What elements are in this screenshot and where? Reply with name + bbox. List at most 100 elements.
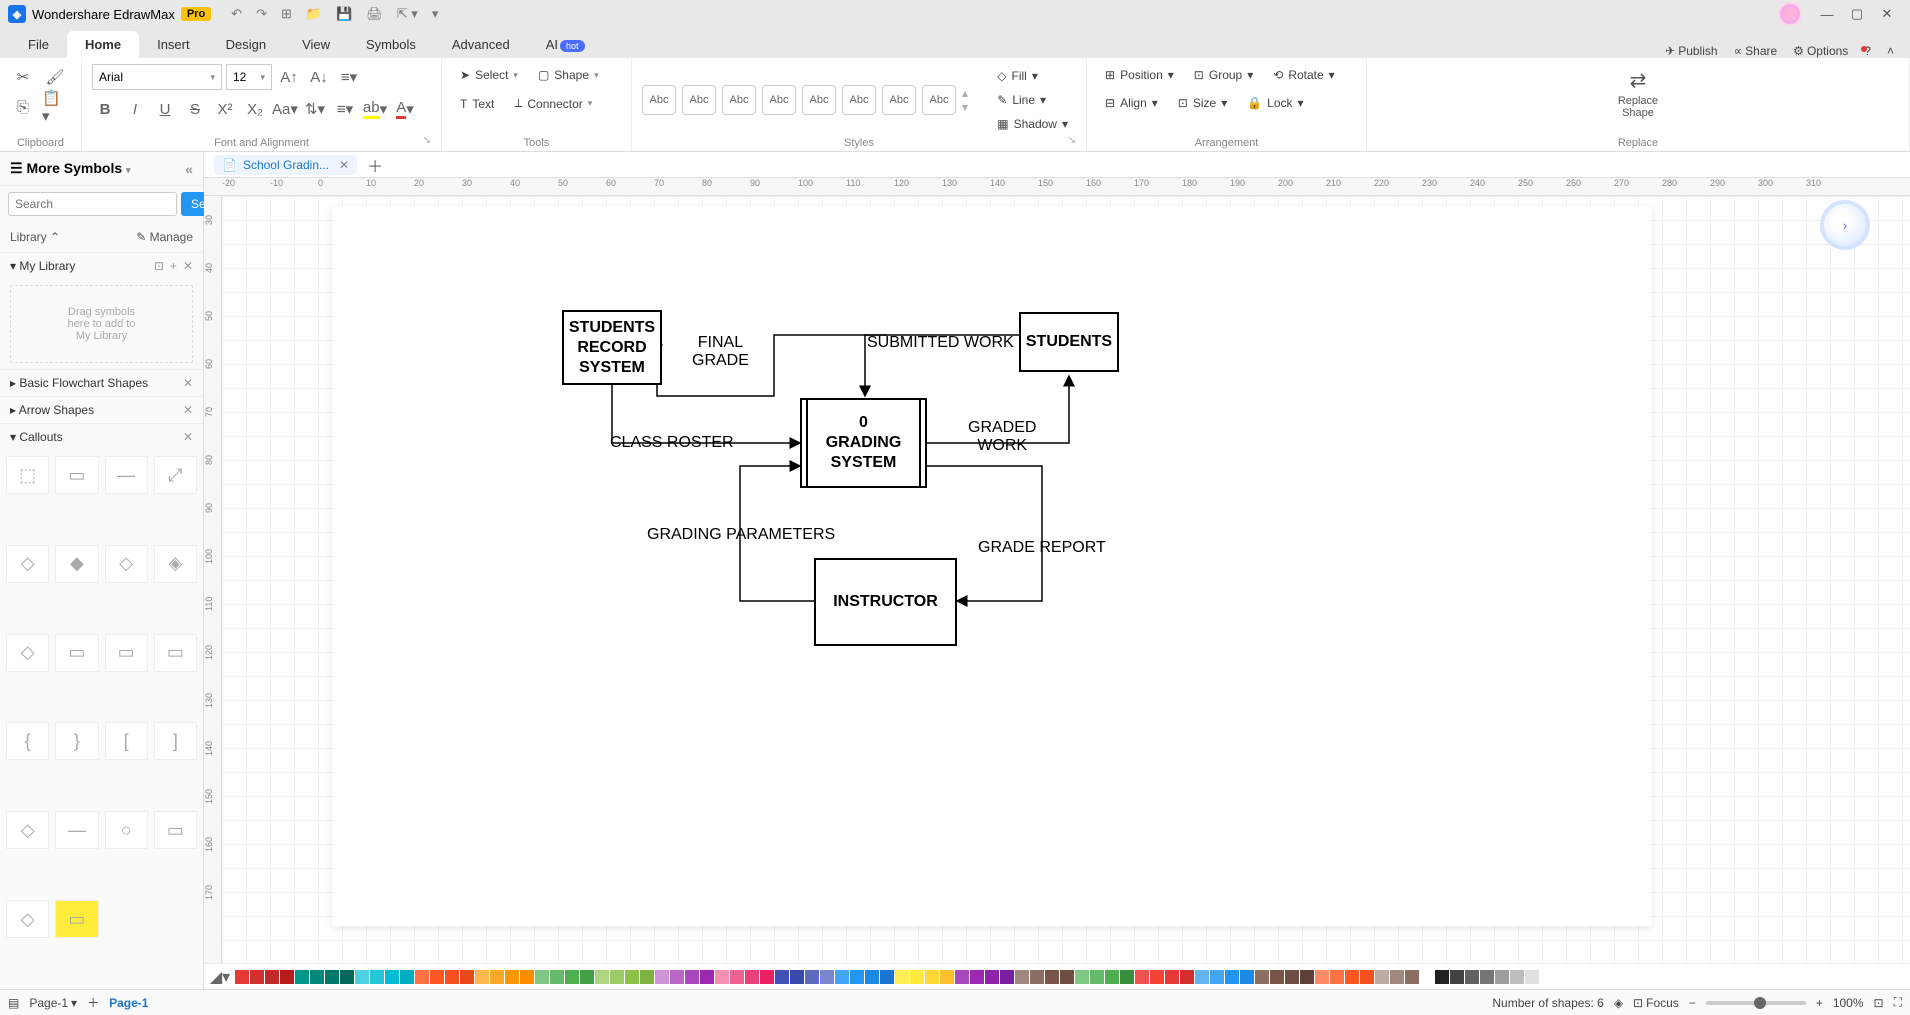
tab-insert[interactable]: Insert — [139, 31, 208, 58]
color-swatch[interactable] — [730, 970, 744, 984]
shape-thumb[interactable]: ⬚ — [6, 456, 49, 494]
cut-icon[interactable]: ✂ — [10, 64, 36, 90]
color-swatch[interactable] — [1240, 970, 1254, 984]
color-swatch[interactable] — [805, 970, 819, 984]
color-swatch[interactable] — [1390, 970, 1404, 984]
color-swatch[interactable] — [1255, 970, 1269, 984]
line-button[interactable]: ✎ Line ▾ — [989, 89, 1076, 111]
color-swatch[interactable] — [745, 970, 759, 984]
section-close-icon[interactable]: ✕ — [183, 430, 193, 444]
copy-icon[interactable]: ⎘ — [10, 94, 36, 120]
shape-thumb[interactable]: ◇ — [105, 545, 148, 583]
library-dropdown[interactable]: Library ⌃ — [10, 230, 60, 244]
color-swatch[interactable] — [1465, 970, 1479, 984]
undo-icon[interactable]: ↶ — [231, 6, 242, 22]
tab-ai[interactable]: AIhot — [528, 31, 603, 58]
color-swatch[interactable] — [700, 970, 714, 984]
zoom-in-icon[interactable]: + — [1816, 996, 1823, 1010]
color-swatch[interactable] — [850, 970, 864, 984]
color-swatch[interactable] — [925, 970, 939, 984]
floating-assistant-icon[interactable]: › — [1820, 200, 1870, 250]
color-swatch[interactable] — [1270, 970, 1284, 984]
style-preset[interactable]: Abc — [802, 85, 836, 115]
label-final-grade[interactable]: FINAL GRADE — [692, 334, 749, 370]
color-swatch[interactable] — [1030, 970, 1044, 984]
color-swatch[interactable] — [1045, 970, 1059, 984]
color-swatch[interactable] — [445, 970, 459, 984]
pages-icon[interactable]: ▤ — [8, 996, 19, 1010]
color-swatch[interactable] — [295, 970, 309, 984]
color-swatch[interactable] — [640, 970, 654, 984]
shape-thumb[interactable]: ◇ — [6, 900, 49, 938]
color-swatch[interactable] — [760, 970, 774, 984]
manage-link[interactable]: ✎ Manage — [136, 230, 193, 244]
qat-more-icon[interactable]: ▾ — [432, 6, 439, 22]
print-icon[interactable]: 🖨 — [366, 6, 383, 22]
color-swatch[interactable] — [610, 970, 624, 984]
label-grade-report[interactable]: GRADE REPORT — [978, 539, 1106, 557]
maximize-icon[interactable]: ▢ — [1842, 6, 1872, 22]
canvas[interactable]: STUDENTS RECORD SYSTEM 0GRADING SYSTEM S… — [222, 196, 1910, 963]
shape-thumb[interactable]: } — [55, 722, 98, 760]
layers-icon[interactable]: ◈ — [1614, 996, 1623, 1010]
mylib-add-icon[interactable]: + — [170, 259, 177, 273]
user-avatar[interactable] — [1778, 2, 1802, 26]
size-button[interactable]: ⊡ Size ▾ — [1170, 92, 1235, 114]
color-swatch[interactable] — [1105, 970, 1119, 984]
color-swatch[interactable] — [415, 970, 429, 984]
color-swatch[interactable] — [910, 970, 924, 984]
add-page-icon[interactable]: ＋ — [87, 994, 99, 1011]
node-students[interactable]: STUDENTS — [1019, 312, 1119, 372]
shape-thumb[interactable]: { — [6, 722, 49, 760]
color-swatch[interactable] — [235, 970, 249, 984]
color-swatch[interactable] — [520, 970, 534, 984]
style-preset[interactable]: Abc — [882, 85, 916, 115]
color-swatch[interactable] — [1180, 970, 1194, 984]
minimize-icon[interactable]: — — [1812, 7, 1842, 22]
styles-dialog-icon[interactable]: ↘ — [1068, 135, 1076, 146]
highlight-icon[interactable]: ab▾ — [362, 96, 388, 122]
strike-icon[interactable]: S — [182, 96, 208, 122]
section-arrows[interactable]: ▸ Arrow Shapes ✕ — [0, 396, 203, 423]
styles-more-icon[interactable]: ▴▾ — [962, 85, 968, 115]
shape-thumb[interactable]: ] — [154, 722, 197, 760]
position-button[interactable]: ⊞ Position ▾ — [1097, 64, 1182, 86]
node-instructor[interactable]: INSTRUCTOR — [814, 558, 957, 646]
color-swatch[interactable] — [385, 970, 399, 984]
shape-thumb[interactable]: ⤢ — [154, 456, 197, 494]
shape-thumb[interactable]: — — [55, 811, 98, 849]
align-icon[interactable]: ≡▾ — [336, 64, 362, 90]
color-swatch[interactable] — [310, 970, 324, 984]
tab-advanced[interactable]: Advanced — [434, 31, 528, 58]
mylib-drop-zone[interactable]: Drag symbols here to add to My Library — [10, 285, 193, 363]
font-size-select[interactable]: 12▾ — [226, 64, 272, 90]
color-swatch[interactable] — [1150, 970, 1164, 984]
section-close-icon[interactable]: ✕ — [183, 376, 193, 390]
label-grading-params[interactable]: GRADING PARAMETERS — [647, 526, 835, 544]
color-swatch[interactable] — [595, 970, 609, 984]
color-swatch[interactable] — [370, 970, 384, 984]
shadow-button[interactable]: ▦ Shadow ▾ — [989, 113, 1076, 135]
color-swatch[interactable] — [775, 970, 789, 984]
color-swatch[interactable] — [655, 970, 669, 984]
color-swatch[interactable] — [265, 970, 279, 984]
shape-thumb[interactable]: ▭ — [105, 634, 148, 672]
tab-file[interactable]: File — [10, 31, 67, 58]
connector-tool[interactable]: ⟂ Connector ▾ — [506, 92, 600, 115]
open-icon[interactable]: 📁 — [306, 6, 322, 22]
color-swatch[interactable] — [1480, 970, 1494, 984]
rotate-button[interactable]: ⟲ Rotate ▾ — [1265, 64, 1342, 86]
font-dialog-icon[interactable]: ↘ — [423, 135, 431, 146]
label-class-roster[interactable]: CLASS ROSTER — [610, 434, 734, 452]
section-mylibrary[interactable]: ▾ My Library ⊡+✕ — [0, 252, 203, 279]
zoom-slider[interactable] — [1706, 1001, 1806, 1005]
color-swatch[interactable] — [880, 970, 894, 984]
color-swatch[interactable] — [790, 970, 804, 984]
styles-gallery[interactable]: Abc Abc Abc Abc Abc Abc Abc Abc ▴▾ — [642, 85, 983, 115]
paste-icon[interactable]: 📋▾ — [42, 94, 68, 120]
symbol-search-input[interactable] — [8, 192, 177, 216]
save-icon[interactable]: 💾 — [336, 6, 352, 22]
shape-thumb[interactable]: ◇ — [6, 634, 49, 672]
style-preset[interactable]: Abc — [762, 85, 796, 115]
color-swatch[interactable] — [940, 970, 954, 984]
